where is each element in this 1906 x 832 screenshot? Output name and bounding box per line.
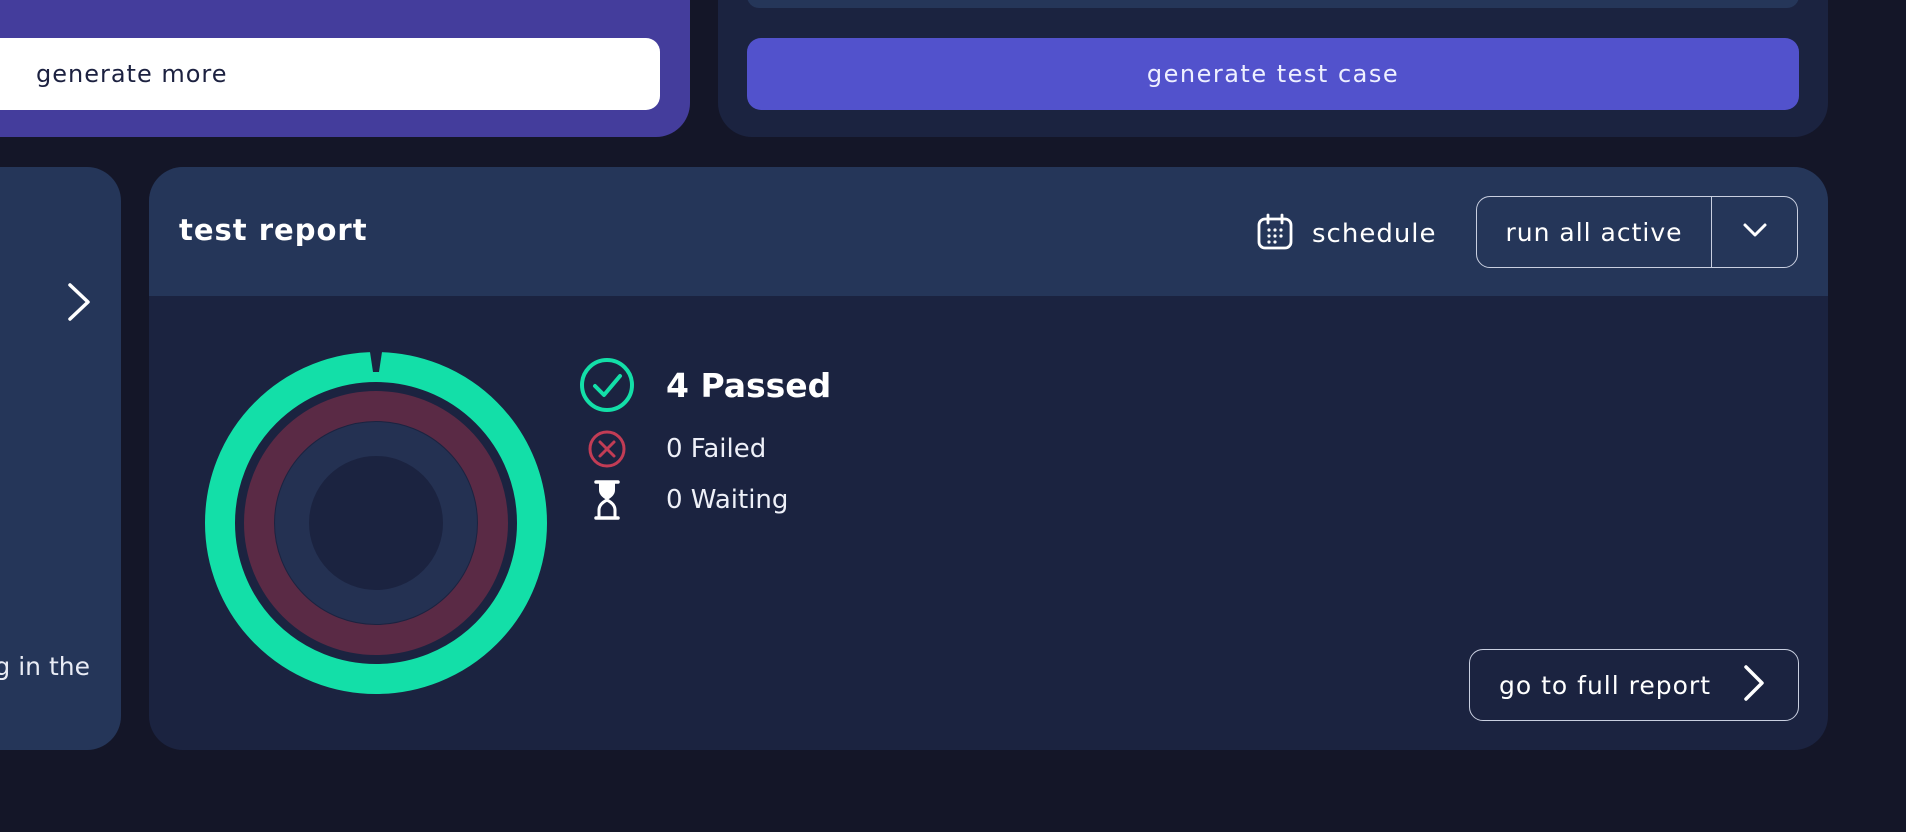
generate-test-case-button[interactable]: generate test case — [747, 38, 1799, 110]
waiting-count-label: 0 Waiting — [666, 485, 789, 515]
side-panel-text: g in the — [0, 652, 90, 681]
run-split-button: run all active — [1476, 196, 1798, 268]
go-to-full-report-button[interactable]: go to full report — [1469, 649, 1799, 721]
legend-waiting: 0 Waiting — [579, 479, 788, 521]
chevron-down-icon — [1742, 221, 1768, 243]
schedule-button[interactable]: schedule — [1256, 211, 1437, 257]
full-report-label: go to full report — [1499, 670, 1711, 700]
chevron-right-icon — [1741, 663, 1767, 707]
test-report-title: test report — [179, 213, 368, 247]
test-report-header: test report schedule run all active — [149, 167, 1828, 296]
failed-count-label: 0 Failed — [666, 434, 767, 464]
passed-count-label: 4 Passed — [666, 365, 832, 405]
results-donut-chart — [205, 352, 547, 694]
hourglass-icon — [579, 479, 635, 521]
dashboard: generate more generate test case g in th… — [0, 0, 1906, 832]
chevron-right-icon[interactable] — [64, 282, 96, 322]
waiting-ring — [275, 422, 477, 624]
test-case-input[interactable] — [747, 0, 1799, 8]
x-circle-icon — [579, 429, 635, 469]
legend-passed: 4 Passed — [579, 357, 831, 413]
test-report-card: test report schedule run all active 4 Pa… — [149, 167, 1828, 750]
run-all-active-button[interactable]: run all active — [1477, 197, 1712, 267]
calendar-icon — [1256, 213, 1294, 255]
generate-more-button[interactable]: generate more — [0, 38, 660, 110]
legend-failed: 0 Failed — [579, 429, 766, 469]
run-options-dropdown[interactable] — [1712, 197, 1797, 267]
schedule-label: schedule — [1312, 219, 1437, 249]
check-circle-icon — [579, 357, 635, 413]
